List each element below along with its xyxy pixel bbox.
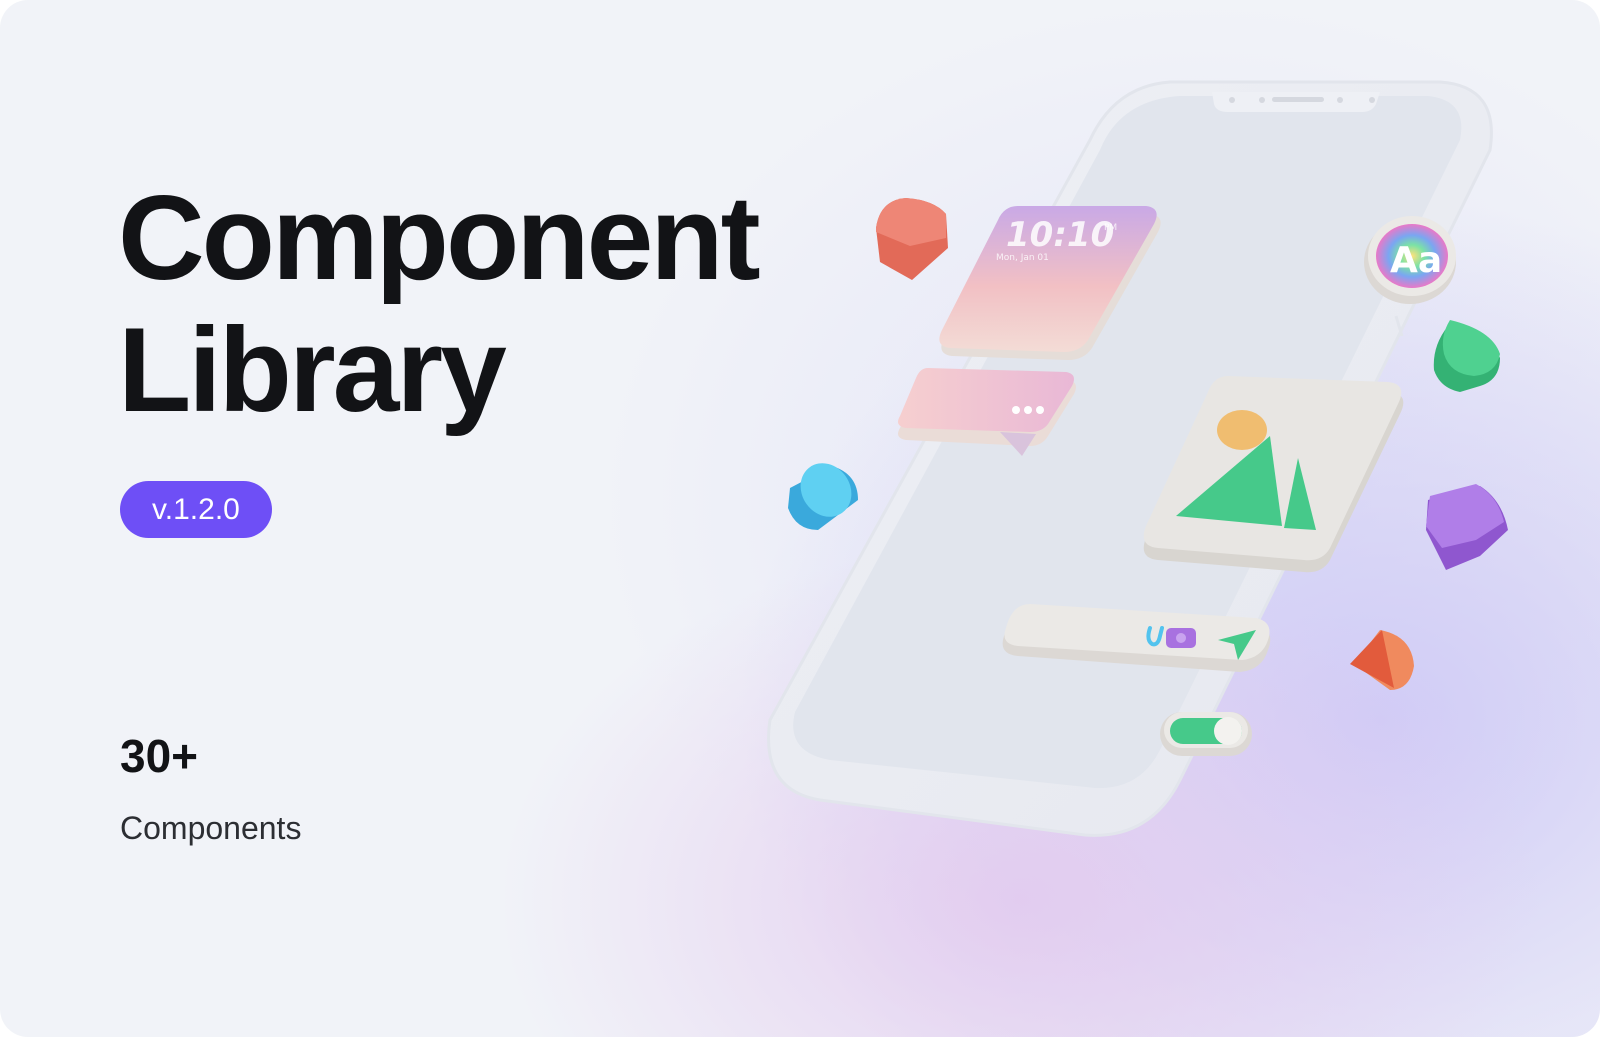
sun-shape <box>1217 410 1267 450</box>
camera-icon <box>1166 628 1196 648</box>
purple-pentagon-shape <box>1426 484 1508 570</box>
toggle-switch <box>1160 712 1252 756</box>
coral-pentagon-shape <box>876 198 948 280</box>
orange-wedge-shape <box>1350 630 1414 690</box>
phone-body <box>767 80 1493 837</box>
widget-time: 10:10 <box>1006 215 1114 255</box>
banner-canvas: Component Library v.1.2.0 30+ Components <box>0 0 1600 1037</box>
widget-ampm: PM <box>1104 223 1117 233</box>
phone-illustration: 10:10 PM Mon, Jan 01 Aa <box>767 80 1508 837</box>
blue-cylinder-shape <box>788 463 858 530</box>
green-drop-shape <box>1433 320 1500 392</box>
font-badge-label: Aa <box>1390 240 1442 281</box>
widget-date: Mon, Jan 01 <box>996 253 1049 263</box>
